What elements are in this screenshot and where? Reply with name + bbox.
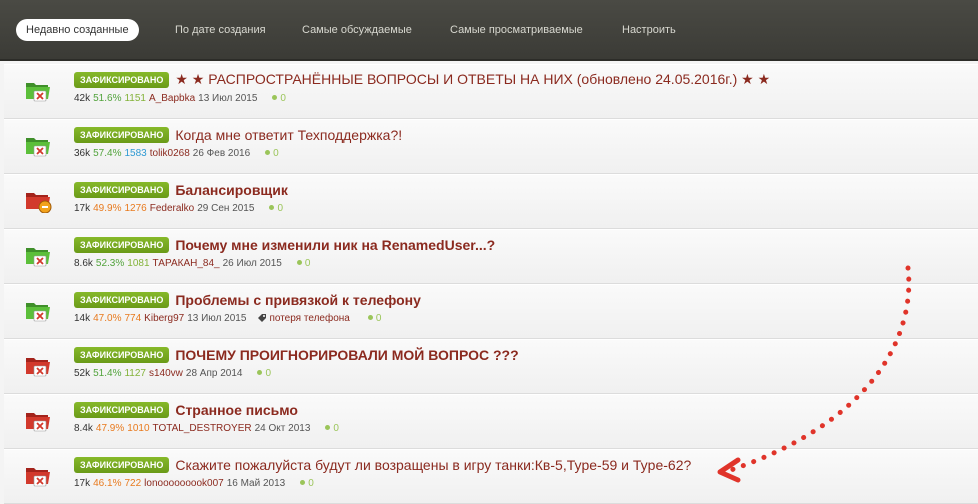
pinned-badge: ЗАФИКСИРОВАНО [74,346,170,363]
topic-date: 26 Фев 2016 [192,148,251,159]
percent-value: 52.3% [95,258,125,269]
topic-title-link[interactable]: Почему мне изменили ник на RenamedUser..… [175,237,495,253]
topic-title-link[interactable]: Когда мне ответит Техподдержка?! [175,127,402,143]
views-count: 14k [74,313,91,324]
tab-by-date[interactable]: По дате создания [165,19,276,41]
topic-title-link[interactable]: Проблемы с привязкой к телефону [175,292,421,308]
folder-green-locked-icon [24,244,52,268]
rating-score: 0 [277,203,283,214]
folder-green-locked-icon [24,134,52,158]
topic-list: ЗАФИКСИРОВАНО ★ ★ РАСПРОСТРАНЁННЫЕ ВОПРОС… [4,64,978,504]
rating-score: 0 [280,93,286,104]
topic-row: ЗАФИКСИРОВАНО Проблемы с привязкой к теле… [4,284,978,339]
rating-dot-icon [265,150,271,156]
pinned-badge: ЗАФИКСИРОВАНО [74,236,170,253]
author-link[interactable]: A_Bapbka [149,93,195,104]
views-count: 8.4k [74,423,93,434]
rating-score: 0 [304,258,311,269]
folder-red-warning-icon [24,189,52,214]
rating-dot-icon [296,260,302,266]
topic-date: 13 Июл 2015 [187,313,247,324]
author-link[interactable]: s140vw [149,368,183,379]
tab-most-viewed[interactable]: Самые просматриваемые [440,19,593,41]
rating-dot-icon [269,205,275,211]
rating-score: 0 [273,148,279,159]
rating-score: 0 [333,423,339,434]
tab-recent[interactable]: Недавно созданные [16,19,139,41]
views-count: 17k [74,203,91,214]
topic-row: ЗАФИКСИРОВАНО Почему мне изменили ник на … [4,229,978,284]
percent-value: 51.6% [93,93,122,104]
pinned-badge: ЗАФИКСИРОВАНО [74,126,170,143]
topic-date: 16 Май 2013 [226,478,286,489]
answers-count: 1127 [124,368,146,379]
topic-date: 29 Сен 2015 [197,203,255,214]
percent-value: 51.4% [93,368,122,379]
topic-title-link[interactable]: ★ ★ РАСПРОСТРАНЁННЫЕ ВОПРОСЫ И ОТВЕТЫ НА… [175,71,770,88]
author-link[interactable]: lonooooooook007 [144,478,224,489]
author-link[interactable]: TOTAL_DESTROYER [153,423,252,434]
rating-dot-icon [367,315,373,321]
author-link[interactable]: Federalko [150,203,194,214]
answers-count: 1151 [124,93,146,104]
topic-title-link[interactable]: Скажите пожалуйста будут ли возращены в … [175,457,691,473]
topic-row: ЗАФИКСИРОВАНО Когда мне ответит Техподдер… [4,119,978,174]
tab-bar: Недавно созданные По дате создания Самые… [0,0,978,61]
rating-score: 0 [308,478,314,489]
topic-date: 28 Апр 2014 [185,368,243,379]
folder-red-locked-icon [24,409,52,433]
topic-row: ЗАФИКСИРОВАНО Скажите пожалуйста будут ли… [4,449,978,504]
answers-count: 722 [124,478,142,489]
percent-value: 46.1% [93,478,122,489]
topic-date: 26 Июл 2015 [222,258,282,269]
pinned-badge: ЗАФИКСИРОВАНО [74,401,170,418]
percent-value: 47.9% [95,423,125,434]
topic-row: ЗАФИКСИРОВАНО ПОЧЕМУ ПРОИГНОРИРОВАЛИ МОЙ … [4,339,978,394]
rating-dot-icon [325,425,331,431]
folder-green-locked-icon [24,79,52,103]
folder-green-locked-icon [24,299,52,323]
author-link[interactable]: tolik0268 [150,148,190,159]
author-link[interactable]: ТАРАКАН_84_ [153,258,220,269]
topic-row: ЗАФИКСИРОВАНО ★ ★ РАСПРОСТРАНЁННЫЕ ВОПРОС… [4,64,978,119]
answers-count: 774 [124,313,142,324]
views-count: 42k [74,93,91,104]
percent-value: 57.4% [93,148,122,159]
folder-red-locked-icon [24,354,52,378]
pinned-badge: ЗАФИКСИРОВАНО [74,456,170,473]
tab-most-discussed[interactable]: Самые обсуждаемые [292,19,422,41]
topic-title-link[interactable]: Балансировщик [175,182,288,198]
answers-count: 1583 [124,148,147,159]
topic-date: 24 Окт 2013 [254,423,311,434]
rating-score: 0 [375,313,382,324]
pinned-badge: ЗАФИКСИРОВАНО [74,291,170,308]
views-count: 17k [74,478,91,489]
topic-row: ЗАФИКСИРОВАНО Странное письмо 8.4k 47.9% 101… [4,394,978,449]
topic-title-link[interactable]: Странное письмо [175,402,298,418]
views-count: 36k [74,148,91,159]
rating-score: 0 [265,368,272,379]
rating-dot-icon [300,480,306,486]
tag-icon [258,314,267,323]
pinned-badge: ЗАФИКСИРОВАНО [74,71,170,88]
topic-tag-label: потеря телефона [269,313,350,324]
rating-dot-icon [257,370,263,376]
percent-value: 49.9% [93,203,122,214]
rating-dot-icon [272,95,278,101]
percent-value: 47.0% [93,313,122,324]
topic-title-link[interactable]: ПОЧЕМУ ПРОИГНОРИРОВАЛИ МОЙ ВОПРОС ??? [175,347,518,363]
views-count: 52k [74,368,91,379]
topic-row: ЗАФИКСИРОВАНО Балансировщик 17k 49.9% 1276 Fe… [4,174,978,229]
pinned-badge: ЗАФИКСИРОВАНО [74,181,170,198]
tab-customize[interactable]: Настроить [612,19,686,41]
topic-tag[interactable]: потеря телефона [257,313,352,324]
answers-count: 1276 [124,203,147,214]
author-link[interactable]: Kiberg97 [144,313,184,324]
folder-red-locked-icon [24,464,52,488]
views-count: 8.6k [74,258,93,269]
topic-date: 13 Июл 2015 [198,93,258,104]
answers-count: 1081 [127,258,150,269]
answers-count: 1010 [127,423,150,434]
